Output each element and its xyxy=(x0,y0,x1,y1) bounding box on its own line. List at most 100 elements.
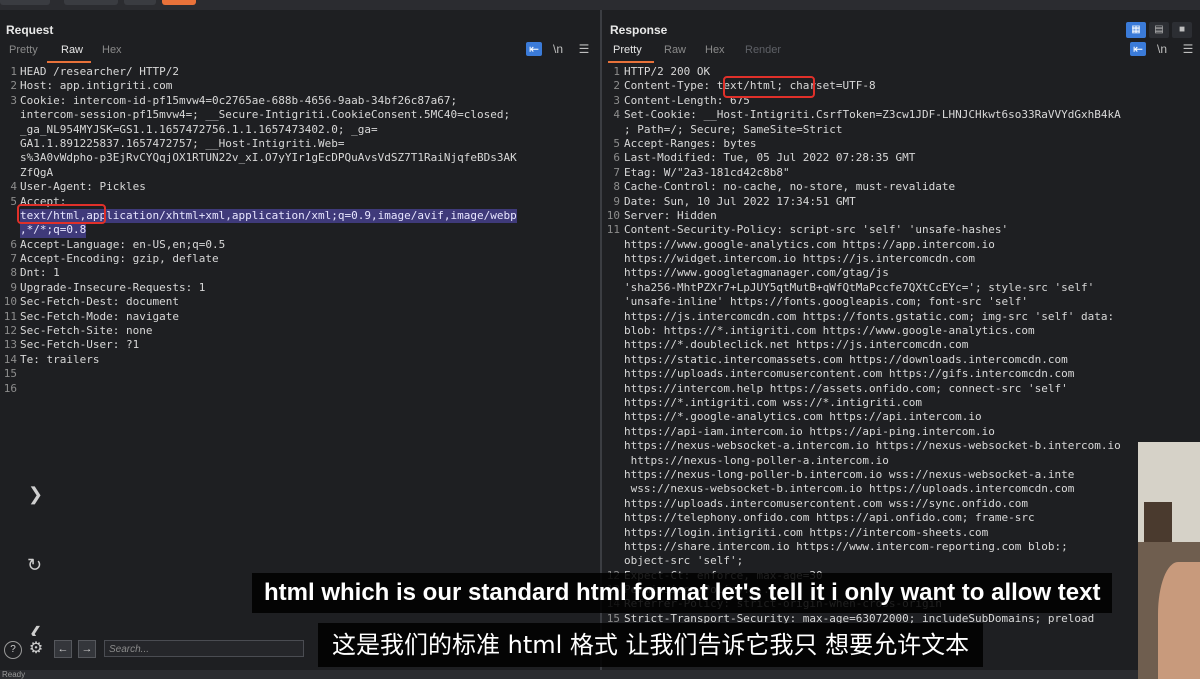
highlight-box xyxy=(723,76,815,98)
back-arrow-icon[interactable]: ← xyxy=(54,640,72,658)
help-icon[interactable]: ? xyxy=(4,641,22,659)
code-line[interactable]: 11 Content-Security-Policy: script-src 's… xyxy=(602,223,1200,237)
code-line[interactable]: 9 Upgrade-Insecure-Requests: 1 xyxy=(0,281,600,295)
top-tab-stub[interactable] xyxy=(0,0,50,5)
webcam-overlay xyxy=(1138,442,1200,679)
line-number: 2 xyxy=(613,79,620,93)
code-line[interactable]: 2 Content-Type: text/html; charset=UTF-8 xyxy=(602,79,1200,93)
code-line[interactable]: s%3A0vWdpho-p3EjRvCYQqjOX1RTUN22v_xI.O7y… xyxy=(0,151,600,165)
code-line[interactable]: wss://nexus-websocket-b.intercom.io http… xyxy=(602,482,1200,496)
code-line[interactable]: GA1.1.891225837.1657472757; __Host-Intig… xyxy=(0,137,600,151)
single-pane-icon[interactable]: ■ xyxy=(1172,22,1192,38)
code-line[interactable]: 7 Etag: W/"2a3-181cd42c8b8" xyxy=(602,166,1200,180)
code-line[interactable]: 12 Sec-Fetch-Site: none xyxy=(0,324,600,338)
gear-icon[interactable]: ⚙ xyxy=(28,641,44,657)
tab-render[interactable]: Render xyxy=(745,44,781,56)
code-line[interactable]: https://api-iam.intercom.io https://api-… xyxy=(602,425,1200,439)
code-line[interactable]: https://js.intercomcdn.com https://fonts… xyxy=(602,310,1200,324)
code-line[interactable]: _ga_NL954MYJSK=GS1.1.1657472756.1.1.1657… xyxy=(0,123,600,137)
line-text: User-Agent: Pickles xyxy=(20,180,146,194)
code-line[interactable]: 15 xyxy=(0,367,600,381)
code-line[interactable]: https://nexus-long-poller-a.intercom.io xyxy=(602,454,1200,468)
code-line[interactable]: 14 Te: trailers xyxy=(0,353,600,367)
request-editor[interactable]: 1 HEAD /researcher/ HTTP/2 2 Host: app.inti… xyxy=(0,65,600,396)
code-line[interactable]: 3 Cookie: intercom-id-pf15mvw4=0c2765ae-6… xyxy=(0,94,600,108)
code-line[interactable]: ; Path=/; Secure; SameSite=Strict xyxy=(602,123,1200,137)
code-line[interactable]: ZfQgA xyxy=(0,166,600,180)
code-line[interactable]: https://intercom.help https://assets.onf… xyxy=(602,382,1200,396)
code-line[interactable]: ,*/*;q=0.8 xyxy=(0,223,600,238)
code-line[interactable]: https://*.google-analytics.com https://a… xyxy=(602,410,1200,424)
code-line[interactable]: 8 Dnt: 1 xyxy=(0,266,600,280)
line-text: https://uploads.intercomusercontent.com … xyxy=(624,367,1075,381)
wrap-icon[interactable]: ⇤ xyxy=(1130,42,1146,56)
code-line[interactable]: https://nexus-long-poller-b.intercom.io … xyxy=(602,468,1200,482)
code-line[interactable]: https://uploads.intercomusercontent.com … xyxy=(602,367,1200,381)
wrap-icon[interactable]: ⇤ xyxy=(526,42,542,56)
code-line[interactable]: 13 Sec-Fetch-User: ?1 xyxy=(0,338,600,352)
code-line[interactable]: https://nexus-websocket-a.intercom.io ht… xyxy=(602,439,1200,453)
chevron-right-icon[interactable]: ❯ xyxy=(28,484,43,505)
line-number: 8 xyxy=(613,180,620,194)
code-line[interactable]: https://*.doubleclick.net https://js.int… xyxy=(602,338,1200,352)
code-line[interactable]: https://*.intigriti.com wss://*.intigrit… xyxy=(602,396,1200,410)
code-line[interactable]: blob: https://*.intigriti.com https://ww… xyxy=(602,324,1200,338)
code-line[interactable]: 7 Accept-Encoding: gzip, deflate xyxy=(0,252,600,266)
top-tab-stub[interactable] xyxy=(64,0,118,5)
active-tab-underline xyxy=(47,61,91,63)
tab-hex[interactable]: Hex xyxy=(705,44,725,56)
tab-raw[interactable]: Raw xyxy=(61,44,83,56)
search-input[interactable]: Search... xyxy=(104,640,304,657)
code-line[interactable]: 11 Sec-Fetch-Mode: navigate xyxy=(0,310,600,324)
code-line[interactable]: https://www.google-analytics.com https:/… xyxy=(602,238,1200,252)
code-line[interactable]: https://www.googletagmanager.com/gtag/js xyxy=(602,266,1200,280)
code-line[interactable]: 'sha256-MhtPZXr7+LpJUY5qtMutB+qWfQtMaPcc… xyxy=(602,281,1200,295)
line-text: Server: Hidden xyxy=(624,208,717,222)
request-title: Request xyxy=(6,23,54,37)
code-line[interactable]: 10 Sec-Fetch-Dest: document xyxy=(0,295,600,309)
code-line[interactable]: 6 Last-Modified: Tue, 05 Jul 2022 07:28:3… xyxy=(602,151,1200,165)
code-line[interactable]: 8 Cache-Control: no-cache, no-store, must… xyxy=(602,180,1200,194)
code-line[interactable]: 2 Host: app.intigriti.com xyxy=(0,79,600,93)
code-line[interactable]: https://login.intigriti.com https://inte… xyxy=(602,526,1200,540)
code-line[interactable]: https://widget.intercom.io https://js.in… xyxy=(602,252,1200,266)
forward-arrow-icon[interactable]: → xyxy=(78,640,96,658)
tab-pretty[interactable]: Pretty xyxy=(9,44,38,56)
menu-icon[interactable]: ☰ xyxy=(1180,42,1196,56)
code-line[interactable]: 9 Date: Sun, 10 Jul 2022 17:34:51 GMT xyxy=(602,195,1200,209)
code-line[interactable]: 16 xyxy=(0,382,600,396)
code-line[interactable]: 4 Set-Cookie: __Host-Intigriti.CsrfToken=… xyxy=(602,108,1200,122)
code-line[interactable]: 3 Content-Length: 675 xyxy=(602,94,1200,108)
line-text: Host: app.intigriti.com xyxy=(20,79,173,93)
split-vertical-icon[interactable]: ▤ xyxy=(1149,22,1169,38)
newline-icon[interactable]: \n xyxy=(1154,42,1170,56)
code-line[interactable]: https://static.intercomassets.com https:… xyxy=(602,353,1200,367)
code-line[interactable]: 10 Server: Hidden xyxy=(602,209,1200,223)
split-horizontal-icon[interactable]: ▦ xyxy=(1126,22,1146,38)
line-number: 3 xyxy=(10,93,17,107)
response-editor[interactable]: 1 HTTP/2 200 OK 2 Content-Type: text/html; … xyxy=(602,65,1200,626)
code-line[interactable]: 6 Accept-Language: en-US,en;q=0.5 xyxy=(0,238,600,252)
refresh-icon[interactable]: ↻ xyxy=(27,555,42,576)
line-text: GA1.1.891225837.1657472757; __Host-Intig… xyxy=(20,136,345,150)
request-panel: Request Pretty Raw Hex ⇤ \n ☰ 1 HEAD /res… xyxy=(0,10,600,670)
tab-hex[interactable]: Hex xyxy=(102,44,122,56)
top-tab-stub-active[interactable] xyxy=(162,0,196,5)
tab-raw[interactable]: Raw xyxy=(664,44,686,56)
newline-icon[interactable]: \n xyxy=(550,42,566,56)
code-line[interactable]: https://telephony.onfido.com https://api… xyxy=(602,511,1200,525)
code-line[interactable]: 4 User-Agent: Pickles xyxy=(0,180,600,194)
code-line[interactable]: https://uploads.intercomusercontent.com … xyxy=(602,497,1200,511)
line-text: Accept-Language: en-US,en;q=0.5 xyxy=(20,237,226,251)
code-line[interactable]: https://share.intercom.io https://www.in… xyxy=(602,540,1200,554)
menu-icon[interactable]: ☰ xyxy=(576,42,592,56)
code-line[interactable]: intercom-session-pf15mvw4=; __Secure-Int… xyxy=(0,108,600,122)
code-line[interactable]: 'unsafe-inline' https://fonts.googleapis… xyxy=(602,295,1200,309)
tab-pretty[interactable]: Pretty xyxy=(613,44,642,56)
code-line[interactable]: object-src 'self'; xyxy=(602,554,1200,568)
code-line[interactable]: 5 Accept-Ranges: bytes xyxy=(602,137,1200,151)
code-line[interactable]: 1 HTTP/2 200 OK xyxy=(602,65,1200,79)
top-tab-stub[interactable] xyxy=(124,0,156,5)
code-line[interactable]: 1 HEAD /researcher/ HTTP/2 xyxy=(0,65,600,79)
subtitle-english: html which is our standard html format l… xyxy=(252,573,1113,613)
